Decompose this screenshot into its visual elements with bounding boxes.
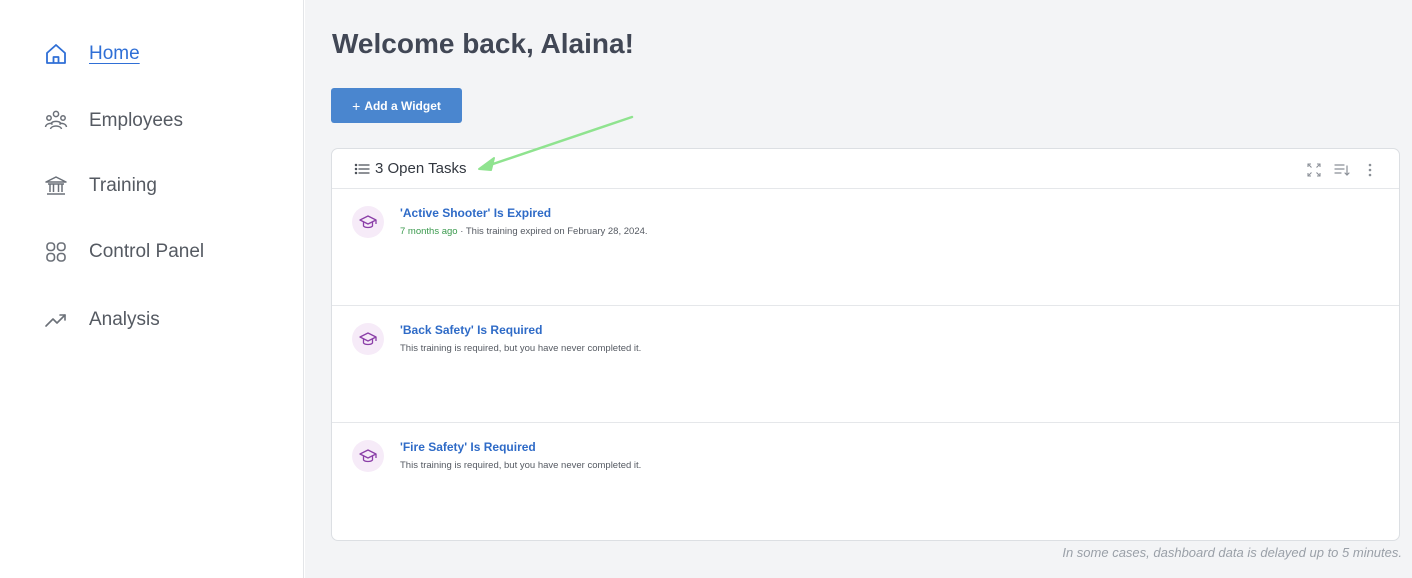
task-title-link[interactable]: 'Fire Safety' Is Required <box>400 440 536 454</box>
sidebar: Home Employees Training Control Panel An… <box>0 0 304 578</box>
page-title: Welcome back, Alaina! <box>332 28 634 59</box>
sort-icon[interactable] <box>1333 161 1351 179</box>
data-delay-footnote: In some cases, dashboard data is delayed… <box>1062 545 1402 560</box>
people-icon <box>44 109 68 133</box>
trend-icon <box>44 308 68 332</box>
sidebar-item-training[interactable]: Training <box>44 169 157 203</box>
task-detail: This training is required, but you have … <box>400 460 642 471</box>
sidebar-item-label: Home <box>89 43 140 64</box>
task-time-ago: 7 months ago <box>400 226 458 237</box>
task-detail: This training expired on February 28, 20… <box>465 226 648 237</box>
expand-icon[interactable] <box>1305 161 1323 179</box>
task-subtitle: This training is required, but you have … <box>400 460 641 471</box>
graduation-cap-icon <box>352 323 384 355</box>
task-title-link[interactable]: 'Back Safety' Is Required <box>400 323 542 337</box>
graduation-cap-icon <box>352 206 384 238</box>
widget-header: 3 Open Tasks <box>332 149 1399 189</box>
home-icon <box>44 42 68 66</box>
sidebar-item-label: Analysis <box>89 309 160 330</box>
institution-icon <box>44 174 68 198</box>
add-widget-button[interactable]: + Add a Widget <box>331 88 462 123</box>
task-item: 'Back Safety' Is Required This training … <box>332 306 1399 423</box>
app-root: Home Employees Training Control Panel An… <box>0 0 1412 578</box>
widget-title: 3 Open Tasks <box>375 160 467 177</box>
task-item: 'Fire Safety' Is Required This training … <box>332 423 1399 540</box>
sidebar-item-control-panel[interactable]: Control Panel <box>44 235 204 269</box>
grid-icon <box>44 240 68 264</box>
more-options-icon[interactable] <box>1361 161 1379 179</box>
add-widget-label: Add a Widget <box>364 98 441 113</box>
task-subtitle: This training is required, but you have … <box>400 343 641 354</box>
task-detail: This training is required, but you have … <box>400 343 642 354</box>
sidebar-item-employees[interactable]: Employees <box>44 104 183 138</box>
widget-actions <box>1295 161 1379 179</box>
sidebar-item-home[interactable]: Home <box>44 37 140 71</box>
task-item: 'Active Shooter' Is Expired 7 months ago… <box>332 189 1399 306</box>
graduation-cap-icon <box>352 440 384 472</box>
list-icon <box>354 161 370 177</box>
task-title-link[interactable]: 'Active Shooter' Is Expired <box>400 206 551 220</box>
open-tasks-widget: 3 Open Tasks 'Active Shooter' Is Expired… <box>331 148 1400 541</box>
sidebar-item-label: Employees <box>89 110 183 131</box>
sidebar-item-analysis[interactable]: Analysis <box>44 303 160 337</box>
task-separator: · <box>457 226 466 237</box>
sidebar-item-label: Control Panel <box>89 241 205 262</box>
task-subtitle: 7 months ago · This training expired on … <box>400 226 648 237</box>
main-content: Welcome back, Alaina! + Add a Widget 3 O… <box>305 0 1412 578</box>
plus-icon: + <box>352 97 361 114</box>
sidebar-item-label: Training <box>89 175 157 196</box>
